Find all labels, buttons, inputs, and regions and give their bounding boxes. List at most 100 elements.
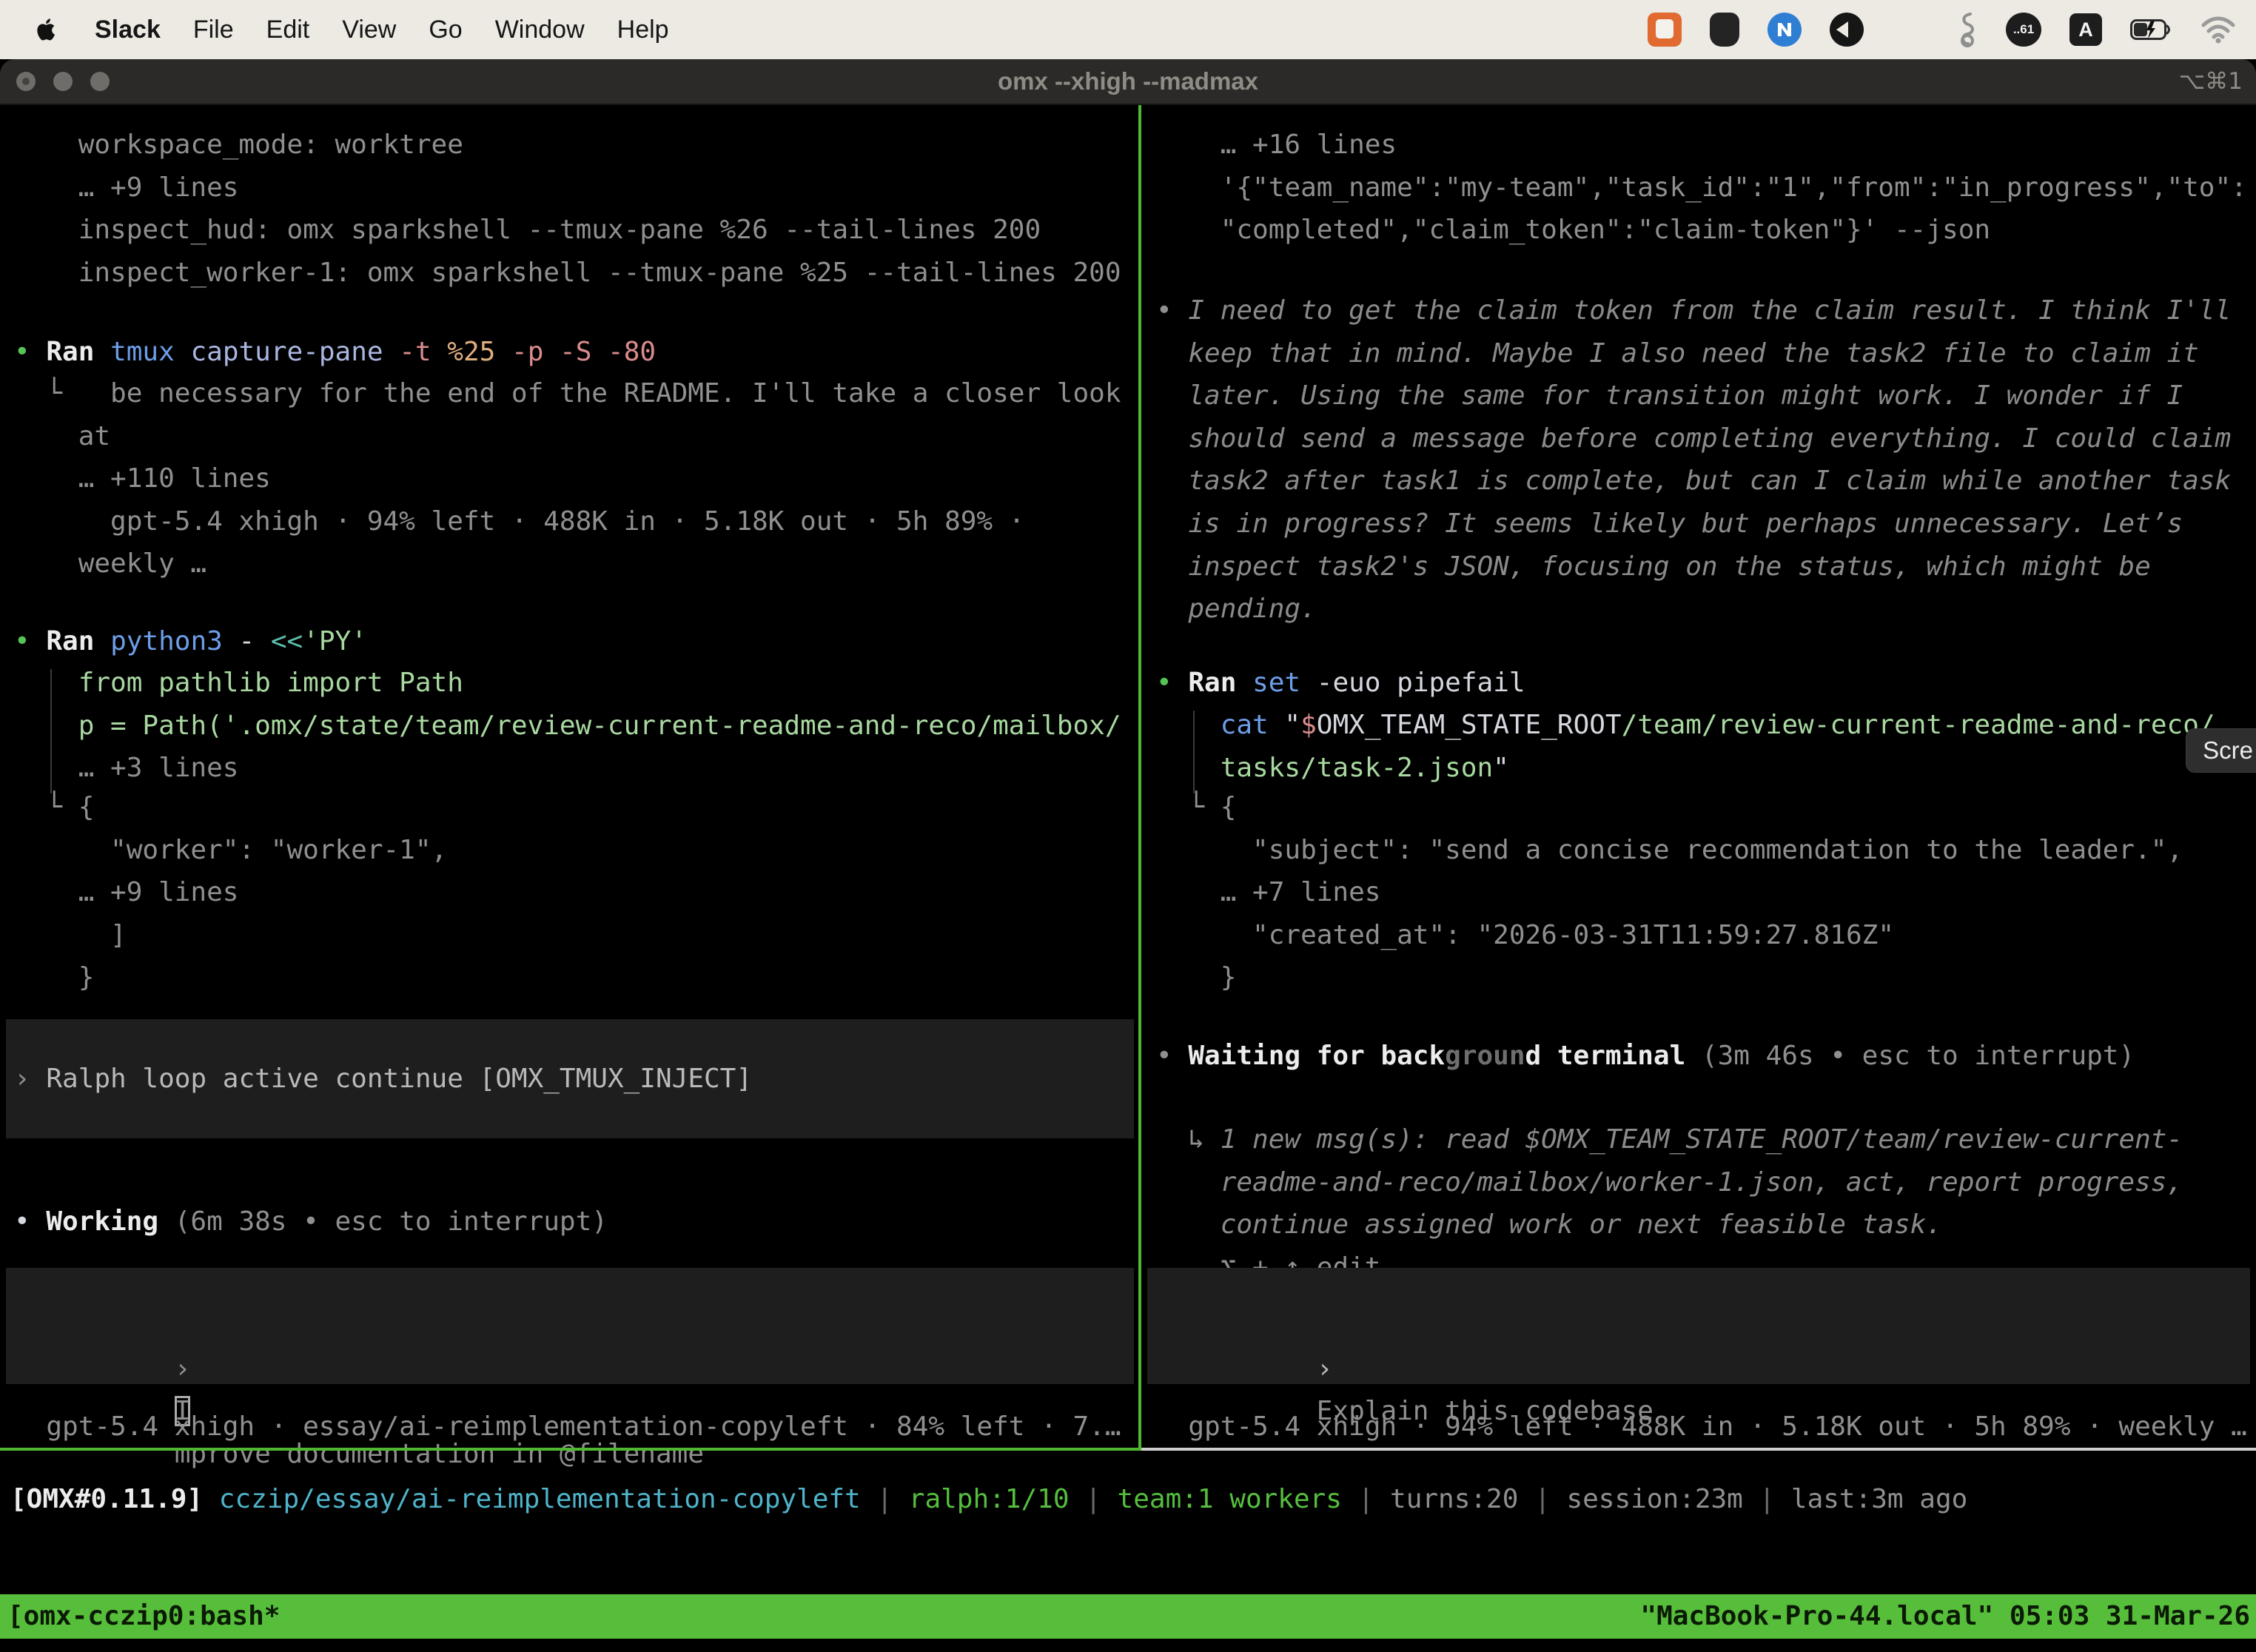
- menu-bar: Slack File Edit View Go Window Help: [0, 0, 2256, 59]
- text-segment: session:23m: [1566, 1484, 1742, 1514]
- text-segment: [432, 337, 448, 367]
- text-segment: Ralph loop active continue [OMX_TMUX_INJ…: [46, 1064, 752, 1094]
- text-segment: workspace_mode: worktree: [14, 130, 463, 160]
- text-segment: set: [1252, 668, 1300, 698]
- terminal-line: }: [14, 956, 447, 999]
- battery-glyph: [2130, 19, 2172, 40]
- terminal-line: • Ran set -euo pipefail: [1156, 662, 1525, 705]
- left-pane-bottom-border: [0, 1448, 1141, 1451]
- text-segment: %25: [447, 337, 495, 367]
- terminal-line: └ {: [1156, 786, 2183, 829]
- text-segment: 1 new msg(s): read $OMX_TEAM_STATE_ROOT/…: [1221, 1124, 2183, 1155]
- blue-badge-icon[interactable]: [1767, 13, 1802, 47]
- text-segment: cat: [1221, 710, 1269, 740]
- keyboard-layout-icon[interactable]: A: [2069, 13, 2102, 46]
- text-segment: readme-and-reco/mailbox/worker-1.json, a…: [1156, 1167, 2183, 1198]
- menu-item-go[interactable]: Go: [429, 16, 462, 44]
- terminal-line: continue assigned work or next feasible …: [1156, 1203, 2183, 1246]
- window-shortcut-hint: ⌥⌘1: [2179, 68, 2243, 95]
- left-scrollback-block: workspace_mode: worktree … +9 lines insp…: [14, 124, 1121, 294]
- terminal-line: from pathlib import Path: [14, 662, 1121, 705]
- terminal-line: inspect task2's JSON, focusing on the st…: [1156, 545, 2231, 588]
- menu-item-help[interactable]: Help: [617, 16, 669, 44]
- text-segment: $: [1300, 710, 1317, 740]
- text-segment: └ {: [1156, 792, 1236, 822]
- terminal-line: keep that in mind. Maybe I also need the…: [1156, 332, 2231, 375]
- right-prompt-text: › Explain this codebase: [1156, 1305, 1654, 1475]
- text-segment: d terminal: [1525, 1041, 1686, 1071]
- terminal-line: weekly …: [14, 543, 1121, 585]
- terminal-line: [OMX#0.11.9] cczip/essay/ai-reimplementa…: [10, 1478, 1967, 1521]
- terminal-line: tasks/task-2.json": [1156, 747, 2215, 790]
- text-segment: tmux: [110, 337, 175, 367]
- text-segment: later. Using the same for transition mig…: [1156, 380, 2183, 411]
- text-segment: └ {: [14, 792, 94, 822]
- terminal-line: ↳ 1 new msg(s): read $OMX_TEAM_STATE_ROO…: [1156, 1118, 2183, 1161]
- text-segment: •: [1156, 295, 1188, 326]
- chat-bubble-shape: [1656, 19, 1673, 38]
- text-segment: [203, 1484, 219, 1514]
- text-segment: }: [14, 962, 94, 993]
- text-segment: cczip/essay/ai-reimplementation-copyleft: [219, 1484, 861, 1514]
- tmux-session-label[interactable]: [omx-cczip0:bash*: [7, 1594, 280, 1639]
- text-segment: •: [14, 1206, 46, 1237]
- text-segment: … +9 lines: [14, 172, 238, 203]
- text-segment: -euo pipefail: [1300, 668, 1525, 698]
- text-segment: groun: [1445, 1041, 1525, 1071]
- text-segment: … +3 lines: [14, 753, 238, 783]
- text-segment: … +16 lines: [1156, 130, 1397, 160]
- apple-menu-icon[interactable]: [34, 15, 59, 44]
- menu-item-file[interactable]: File: [193, 16, 234, 44]
- text-segment: gpt-5.4 xhigh · 94% left · 488K in · 5.1…: [14, 506, 1024, 537]
- text-segment: gpt-5.4 xhigh · 94% left · 488K in · 5.1…: [1156, 1411, 2247, 1442]
- terminal-line: should send a message before completing …: [1156, 417, 2231, 460]
- text-segment: … +110 lines: [14, 463, 271, 494]
- terminal-line: "completed","claim_token":"claim-token"}…: [1156, 209, 2247, 252]
- text-segment: at: [14, 421, 110, 451]
- menu-item-window[interactable]: Window: [495, 16, 585, 44]
- mailbox-note-block: ↳ 1 new msg(s): read $OMX_TEAM_STATE_ROO…: [1156, 1118, 2183, 1289]
- battery-charging-icon[interactable]: [2130, 19, 2172, 40]
- battery-percent-icon[interactable]: ..61: [2006, 13, 2041, 47]
- cat-command-block: cat "$OMX_TEAM_STATE_ROOT/team/review-cu…: [1156, 704, 2215, 789]
- squiggle-icon[interactable]: [1955, 11, 1978, 48]
- shield-grid-icon[interactable]: [1710, 13, 1739, 47]
- text-segment: |: [1518, 1484, 1566, 1514]
- text-segment: [1156, 753, 1221, 783]
- dark-disc-icon[interactable]: [1830, 13, 1864, 47]
- text-segment: team:1 workers: [1118, 1484, 1342, 1514]
- text-segment: gpt-5.4 xhigh · essay/ai-reimplementatio…: [14, 1411, 1121, 1442]
- text-segment: should send a message before completing …: [1156, 423, 2231, 454]
- text-segment: Ran: [46, 337, 94, 367]
- working-status-line: • Working (6m 38s • esc to interrupt): [14, 1201, 608, 1243]
- menu-item-edit[interactable]: Edit: [266, 16, 310, 44]
- terminal-line: • Working (6m 38s • esc to interrupt): [14, 1201, 608, 1243]
- right-scrollback-block: … +16 lines '{"team_name":"my-team","tas…: [1156, 124, 2247, 252]
- text-segment: -t: [399, 337, 431, 367]
- left-model-status: gpt-5.4 xhigh · essay/ai-reimplementatio…: [14, 1406, 1121, 1448]
- bolt-glyph: [1773, 19, 1796, 41]
- menu-item-view[interactable]: View: [342, 16, 396, 44]
- wifi-icon[interactable]: [2200, 15, 2237, 44]
- text-segment: ": [1493, 753, 1509, 783]
- pane-divider[interactable]: [1138, 105, 1141, 1451]
- omx-status-bar: [OMX#0.11.9] cczip/essay/ai-reimplementa…: [10, 1478, 1967, 1521]
- terminal-line: gpt-5.4 xhigh · 94% left · 488K in · 5.1…: [1156, 1406, 2247, 1448]
- dots-grid-icon[interactable]: [1892, 12, 1927, 47]
- text-segment: |: [1070, 1484, 1118, 1514]
- text-segment: from pathlib import Path: [14, 668, 463, 698]
- terminal-line: • Waiting for background terminal (3m 46…: [1156, 1035, 2135, 1078]
- chat-app-icon[interactable]: [1648, 13, 1682, 47]
- terminal-line: • I need to get the claim token from the…: [1156, 289, 2231, 332]
- text-segment: "worker": "worker-1",: [14, 835, 447, 865]
- terminal-line: • Ran python3 - <<'PY': [14, 620, 367, 663]
- terminal-line: … +9 lines: [14, 167, 1121, 209]
- text-segment: 'PY': [303, 626, 367, 657]
- python-code-block: from pathlib import Path p = Path('.omx/…: [14, 662, 1121, 790]
- tmux-host-clock-label: "MacBook-Pro-44.local" 05:03 31-Mar-26: [1640, 1594, 2250, 1639]
- tmux-status-bar: [omx-cczip0:bash* "MacBook-Pro-44.local"…: [0, 1594, 2256, 1639]
- text-segment: task2 after task1 is complete, but can I…: [1156, 466, 2231, 496]
- app-menu-slack[interactable]: Slack: [95, 16, 161, 44]
- ran-tmux-output: └ be necessary for the end of the README…: [14, 372, 1121, 585]
- terminal-line: "subject": "send a concise recommendatio…: [1156, 829, 2183, 872]
